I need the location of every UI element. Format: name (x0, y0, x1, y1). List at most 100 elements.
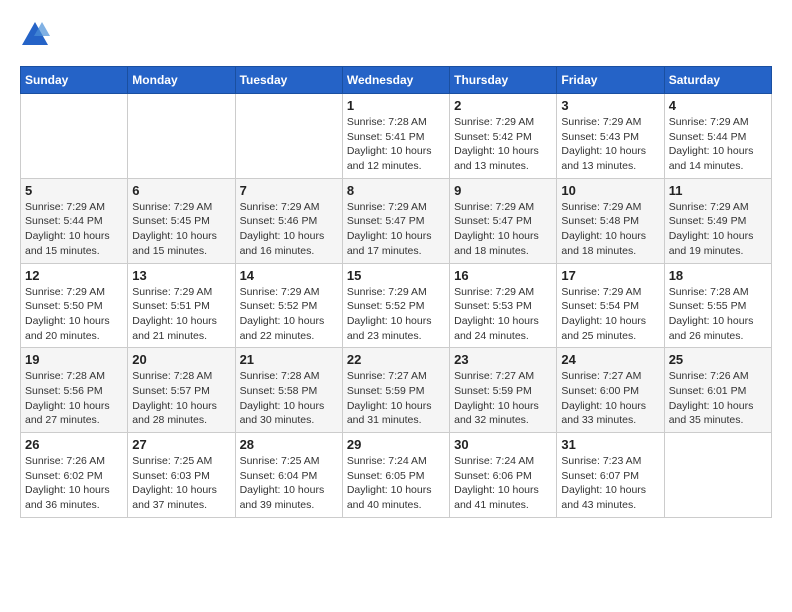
day-info: Sunrise: 7:29 AMSunset: 5:48 PMDaylight:… (561, 200, 659, 259)
day-info: Sunrise: 7:29 AMSunset: 5:47 PMDaylight:… (454, 200, 552, 259)
day-number: 27 (132, 437, 230, 452)
calendar-cell: 6 Sunrise: 7:29 AMSunset: 5:45 PMDaylight… (128, 178, 235, 263)
calendar-cell: 2 Sunrise: 7:29 AMSunset: 5:42 PMDaylight… (450, 94, 557, 179)
calendar-cell: 25Sunrise: 7:26 AMSunset: 6:01 PMDayligh… (664, 348, 771, 433)
calendar-cell: 7 Sunrise: 7:29 AMSunset: 5:46 PMDaylight… (235, 178, 342, 263)
calendar-week-row: 5 Sunrise: 7:29 AMSunset: 5:44 PMDaylight… (21, 178, 772, 263)
calendar-cell: 23Sunrise: 7:27 AMSunset: 5:59 PMDayligh… (450, 348, 557, 433)
logo-icon (20, 20, 50, 50)
day-number: 4 (669, 98, 767, 113)
day-info: Sunrise: 7:29 AMSunset: 5:42 PMDaylight:… (454, 115, 552, 174)
calendar-week-row: 26 Sunrise: 7:26 AMSunset: 6:02 PMDayligh… (21, 433, 772, 518)
day-info: Sunrise: 7:29 AMSunset: 5:54 PMDaylight:… (561, 285, 659, 344)
day-number: 1 (347, 98, 445, 113)
day-number: 15 (347, 268, 445, 283)
calendar-cell: 9 Sunrise: 7:29 AMSunset: 5:47 PMDaylight… (450, 178, 557, 263)
day-number: 24 (561, 352, 659, 367)
calendar-cell: 12 Sunrise: 7:29 AMSunset: 5:50 PMDayligh… (21, 263, 128, 348)
day-info: Sunrise: 7:25 AMSunset: 6:03 PMDaylight:… (132, 454, 230, 513)
calendar-cell: 19 Sunrise: 7:28 AMSunset: 5:56 PMDayligh… (21, 348, 128, 433)
calendar-body: 1Sunrise: 7:28 AMSunset: 5:41 PMDaylight… (21, 94, 772, 518)
day-info: Sunrise: 7:29 AMSunset: 5:46 PMDaylight:… (240, 200, 338, 259)
calendar-cell: 22Sunrise: 7:27 AMSunset: 5:59 PMDayligh… (342, 348, 449, 433)
calendar-cell: 26 Sunrise: 7:26 AMSunset: 6:02 PMDayligh… (21, 433, 128, 518)
calendar-cell: 1Sunrise: 7:28 AMSunset: 5:41 PMDaylight… (342, 94, 449, 179)
calendar-cell: 20 Sunrise: 7:28 AMSunset: 5:57 PMDayligh… (128, 348, 235, 433)
day-info: Sunrise: 7:29 AMSunset: 5:44 PMDaylight:… (669, 115, 767, 174)
calendar-cell: 3Sunrise: 7:29 AMSunset: 5:43 PMDaylight… (557, 94, 664, 179)
calendar-week-row: 1Sunrise: 7:28 AMSunset: 5:41 PMDaylight… (21, 94, 772, 179)
day-number: 17 (561, 268, 659, 283)
calendar-week-row: 12 Sunrise: 7:29 AMSunset: 5:50 PMDayligh… (21, 263, 772, 348)
calendar-cell (21, 94, 128, 179)
calendar-cell: 15 Sunrise: 7:29 AMSunset: 5:52 PMDayligh… (342, 263, 449, 348)
day-info: Sunrise: 7:24 AMSunset: 6:06 PMDaylight:… (454, 454, 552, 513)
day-number: 11 (669, 183, 767, 198)
day-number: 10 (561, 183, 659, 198)
day-info: Sunrise: 7:29 AMSunset: 5:45 PMDaylight:… (132, 200, 230, 259)
calendar-cell: 31Sunrise: 7:23 AMSunset: 6:07 PMDayligh… (557, 433, 664, 518)
day-info: Sunrise: 7:28 AMSunset: 5:56 PMDaylight:… (25, 369, 123, 428)
day-info: Sunrise: 7:28 AMSunset: 5:55 PMDaylight:… (669, 285, 767, 344)
day-info: Sunrise: 7:26 AMSunset: 6:02 PMDaylight:… (25, 454, 123, 513)
day-number: 8 (347, 183, 445, 198)
day-number: 21 (240, 352, 338, 367)
day-info: Sunrise: 7:29 AMSunset: 5:51 PMDaylight:… (132, 285, 230, 344)
day-info: Sunrise: 7:29 AMSunset: 5:44 PMDaylight:… (25, 200, 123, 259)
day-number: 30 (454, 437, 552, 452)
day-number: 2 (454, 98, 552, 113)
day-info: Sunrise: 7:24 AMSunset: 6:05 PMDaylight:… (347, 454, 445, 513)
day-number: 18 (669, 268, 767, 283)
calendar-header: SundayMondayTuesdayWednesdayThursdayFrid… (21, 67, 772, 94)
calendar-cell: 30 Sunrise: 7:24 AMSunset: 6:06 PMDayligh… (450, 433, 557, 518)
calendar-cell: 5 Sunrise: 7:29 AMSunset: 5:44 PMDaylight… (21, 178, 128, 263)
calendar-cell (664, 433, 771, 518)
calendar-cell: 24 Sunrise: 7:27 AMSunset: 6:00 PMDayligh… (557, 348, 664, 433)
day-number: 28 (240, 437, 338, 452)
calendar-cell: 14 Sunrise: 7:29 AMSunset: 5:52 PMDayligh… (235, 263, 342, 348)
day-number: 31 (561, 437, 659, 452)
header-day: Thursday (450, 67, 557, 94)
day-number: 13 (132, 268, 230, 283)
day-number: 23 (454, 352, 552, 367)
page-header (20, 20, 772, 50)
header-day: Tuesday (235, 67, 342, 94)
day-number: 3 (561, 98, 659, 113)
day-number: 19 (25, 352, 123, 367)
calendar-cell (128, 94, 235, 179)
day-info: Sunrise: 7:29 AMSunset: 5:53 PMDaylight:… (454, 285, 552, 344)
header-day: Saturday (664, 67, 771, 94)
day-number: 6 (132, 183, 230, 198)
calendar-table: SundayMondayTuesdayWednesdayThursdayFrid… (20, 66, 772, 518)
calendar-cell: 13 Sunrise: 7:29 AMSunset: 5:51 PMDayligh… (128, 263, 235, 348)
day-number: 25 (669, 352, 767, 367)
calendar-cell: 21 Sunrise: 7:28 AMSunset: 5:58 PMDayligh… (235, 348, 342, 433)
day-number: 26 (25, 437, 123, 452)
calendar-cell: 17 Sunrise: 7:29 AMSunset: 5:54 PMDayligh… (557, 263, 664, 348)
calendar-cell: 29Sunrise: 7:24 AMSunset: 6:05 PMDayligh… (342, 433, 449, 518)
calendar-cell: 27 Sunrise: 7:25 AMSunset: 6:03 PMDayligh… (128, 433, 235, 518)
day-number: 14 (240, 268, 338, 283)
header-row: SundayMondayTuesdayWednesdayThursdayFrid… (21, 67, 772, 94)
day-number: 7 (240, 183, 338, 198)
day-info: Sunrise: 7:27 AMSunset: 6:00 PMDaylight:… (561, 369, 659, 428)
day-info: Sunrise: 7:29 AMSunset: 5:52 PMDaylight:… (347, 285, 445, 344)
header-day: Sunday (21, 67, 128, 94)
day-info: Sunrise: 7:29 AMSunset: 5:50 PMDaylight:… (25, 285, 123, 344)
calendar-cell: 10 Sunrise: 7:29 AMSunset: 5:48 PMDayligh… (557, 178, 664, 263)
day-number: 20 (132, 352, 230, 367)
day-info: Sunrise: 7:29 AMSunset: 5:49 PMDaylight:… (669, 200, 767, 259)
day-info: Sunrise: 7:28 AMSunset: 5:58 PMDaylight:… (240, 369, 338, 428)
calendar-cell: 18 Sunrise: 7:28 AMSunset: 5:55 PMDayligh… (664, 263, 771, 348)
day-number: 12 (25, 268, 123, 283)
day-info: Sunrise: 7:29 AMSunset: 5:52 PMDaylight:… (240, 285, 338, 344)
header-day: Monday (128, 67, 235, 94)
calendar-cell: 4 Sunrise: 7:29 AMSunset: 5:44 PMDaylight… (664, 94, 771, 179)
day-number: 9 (454, 183, 552, 198)
header-day: Wednesday (342, 67, 449, 94)
day-info: Sunrise: 7:29 AMSunset: 5:47 PMDaylight:… (347, 200, 445, 259)
day-number: 16 (454, 268, 552, 283)
day-info: Sunrise: 7:28 AMSunset: 5:57 PMDaylight:… (132, 369, 230, 428)
day-number: 22 (347, 352, 445, 367)
day-number: 5 (25, 183, 123, 198)
